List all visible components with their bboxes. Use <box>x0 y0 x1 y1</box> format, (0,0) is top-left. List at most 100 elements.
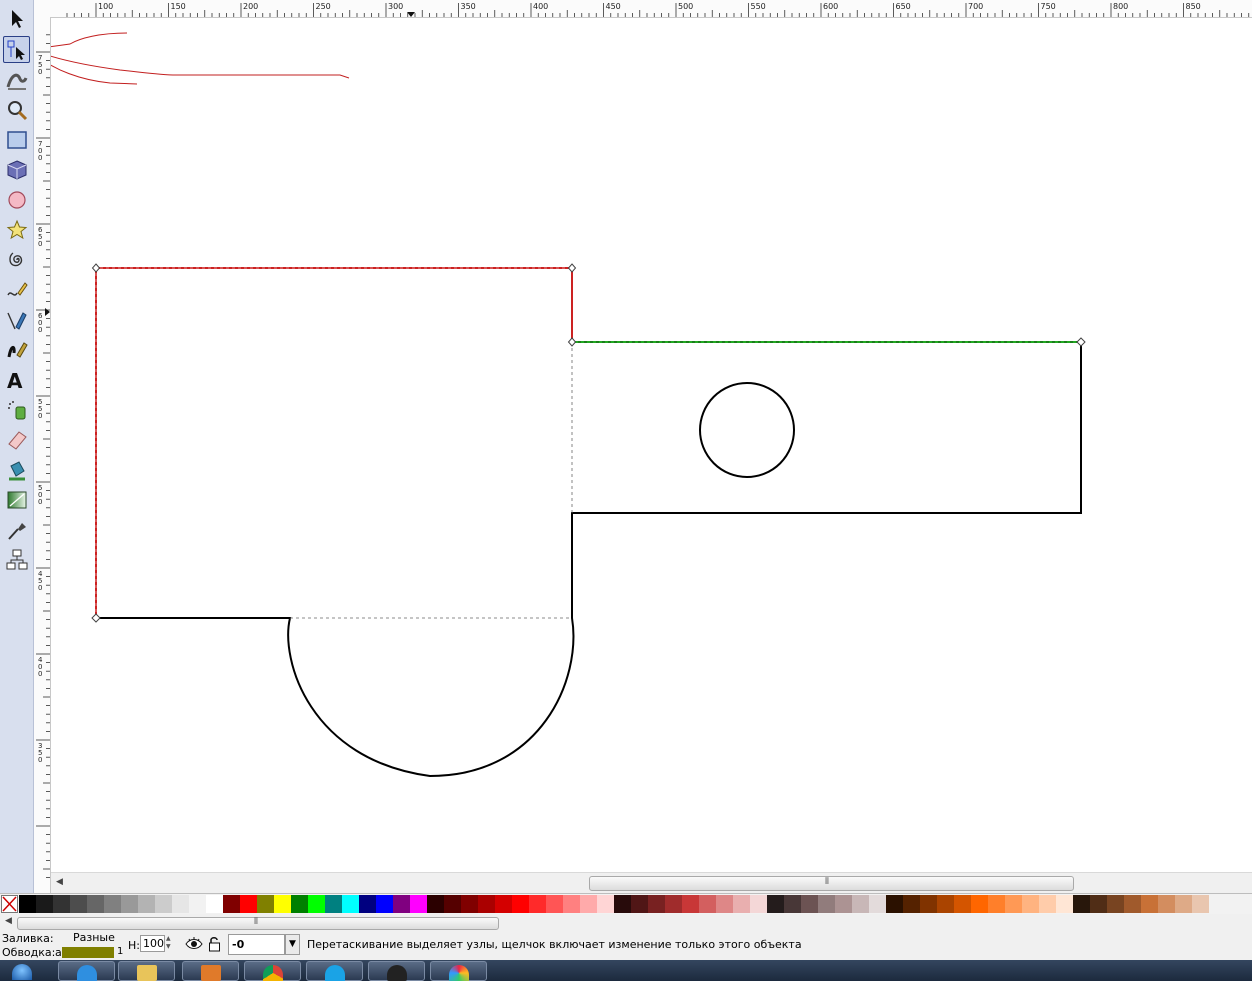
color-swatch[interactable] <box>563 895 580 913</box>
color-swatch[interactable] <box>1022 895 1039 913</box>
paint-app-icon[interactable] <box>430 961 487 981</box>
skype-icon[interactable] <box>306 961 363 981</box>
color-swatch[interactable] <box>461 895 478 913</box>
color-swatch[interactable] <box>104 895 121 913</box>
color-swatch[interactable] <box>359 895 376 913</box>
color-swatch[interactable] <box>257 895 274 913</box>
color-swatch[interactable] <box>376 895 393 913</box>
color-swatch[interactable] <box>189 895 206 913</box>
chrome-icon[interactable] <box>244 961 301 981</box>
color-swatch[interactable] <box>1158 895 1175 913</box>
scroll-left-icon[interactable]: ◀ <box>5 916 12 926</box>
color-swatch[interactable] <box>1192 895 1209 913</box>
selected-path[interactable] <box>95 267 1082 778</box>
color-swatch[interactable] <box>733 895 750 913</box>
node-tool-icon[interactable] <box>3 36 30 63</box>
media-player-icon[interactable] <box>182 961 239 981</box>
color-swatch[interactable] <box>393 895 410 913</box>
color-swatch[interactable] <box>580 895 597 913</box>
color-swatch[interactable] <box>767 895 784 913</box>
vertical-ruler[interactable]: 750700650600550500450400350 <box>34 17 51 893</box>
spiral-tool-icon[interactable] <box>3 246 30 273</box>
circle-shape[interactable] <box>699 382 795 478</box>
star-tool-icon[interactable] <box>3 216 30 243</box>
color-swatch[interactable] <box>19 895 36 913</box>
color-swatch[interactable] <box>240 895 257 913</box>
color-swatch[interactable] <box>138 895 155 913</box>
color-swatch[interactable] <box>1005 895 1022 913</box>
color-swatch[interactable] <box>444 895 461 913</box>
drawing-canvas[interactable] <box>32 18 1252 871</box>
opacity-input[interactable]: 100 <box>140 935 165 952</box>
3d-box-tool-icon[interactable] <box>3 156 30 183</box>
color-swatch[interactable] <box>716 895 733 913</box>
eye-icon[interactable] <box>185 937 203 951</box>
start-orb-icon[interactable] <box>0 961 46 981</box>
pencil-tool-icon[interactable] <box>3 276 30 303</box>
color-swatch[interactable] <box>614 895 631 913</box>
color-swatch[interactable] <box>597 895 614 913</box>
scrollbar-thumb[interactable]: ⦀ <box>589 876 1074 891</box>
selector-tool-icon[interactable] <box>3 5 30 32</box>
layer-selector[interactable]: -0 <box>228 934 285 955</box>
stroke-color-swatch[interactable] <box>62 947 114 958</box>
color-swatch[interactable] <box>801 895 818 913</box>
color-swatch[interactable] <box>835 895 852 913</box>
color-swatch[interactable] <box>988 895 1005 913</box>
color-swatch[interactable] <box>274 895 291 913</box>
color-swatch[interactable] <box>495 895 512 913</box>
color-swatch[interactable] <box>852 895 869 913</box>
text-tool-icon[interactable]: A <box>3 366 30 393</box>
canvas-drawing[interactable] <box>32 18 1252 871</box>
color-swatch[interactable] <box>784 895 801 913</box>
color-swatch[interactable] <box>648 895 665 913</box>
rectangle-tool-icon[interactable] <box>3 126 30 153</box>
color-swatch[interactable] <box>1073 895 1090 913</box>
stroke-value[interactable]: а <box>55 946 62 959</box>
color-swatch[interactable] <box>155 895 172 913</box>
ellipse-tool-icon[interactable] <box>3 186 30 213</box>
path-nodes[interactable] <box>91 263 1086 623</box>
color-swatch[interactable] <box>427 895 444 913</box>
color-swatch[interactable] <box>750 895 767 913</box>
color-swatch[interactable] <box>36 895 53 913</box>
calligraphy-tool-icon[interactable] <box>3 336 30 363</box>
horizontal-scrollbar[interactable]: ◀ ⦀ <box>51 872 1252 893</box>
opacity-spinner-icon[interactable]: ▲ ▼ <box>166 935 175 952</box>
color-swatch[interactable] <box>1141 895 1158 913</box>
color-swatch[interactable] <box>121 895 138 913</box>
tweak-tool-icon[interactable] <box>3 66 30 93</box>
internet-explorer-icon[interactable] <box>58 961 115 981</box>
inkscape-app-icon[interactable] <box>368 961 425 981</box>
color-swatch[interactable] <box>291 895 308 913</box>
palette-scrollbar[interactable]: ◀ ⦀ <box>0 914 1252 931</box>
connector-tool-icon[interactable] <box>3 546 30 573</box>
color-swatch[interactable] <box>1175 895 1192 913</box>
color-swatch[interactable] <box>325 895 342 913</box>
color-swatch[interactable] <box>308 895 325 913</box>
color-swatch[interactable] <box>87 895 104 913</box>
color-swatch[interactable] <box>1090 895 1107 913</box>
paint-bucket-tool-icon[interactable] <box>3 456 30 483</box>
eraser-tool-icon[interactable] <box>3 426 30 453</box>
color-swatch[interactable] <box>478 895 495 913</box>
color-swatch[interactable] <box>512 895 529 913</box>
none-color-icon[interactable] <box>1 895 18 913</box>
color-swatch[interactable] <box>1056 895 1073 913</box>
scroll-left-icon[interactable]: ◀ <box>56 877 63 887</box>
color-swatch[interactable] <box>971 895 988 913</box>
dropper-tool-icon[interactable] <box>3 516 30 543</box>
gradient-tool-icon[interactable] <box>3 486 30 513</box>
color-swatch[interactable] <box>410 895 427 913</box>
lock-icon[interactable] <box>208 936 221 952</box>
chevron-down-icon[interactable]: ▼ <box>285 934 300 955</box>
zoom-tool-icon[interactable] <box>3 96 30 123</box>
color-swatch[interactable] <box>53 895 70 913</box>
scrollbar-thumb[interactable]: ⦀ <box>17 917 499 930</box>
color-swatch[interactable] <box>223 895 240 913</box>
color-swatch[interactable] <box>206 895 223 913</box>
color-swatch[interactable] <box>699 895 716 913</box>
color-swatch[interactable] <box>937 895 954 913</box>
color-swatch[interactable] <box>342 895 359 913</box>
fill-value[interactable]: Разные <box>73 931 115 944</box>
